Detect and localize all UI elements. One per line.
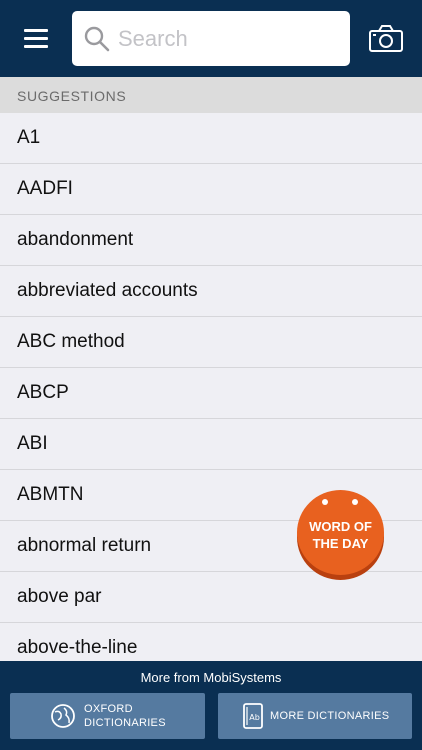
list-item[interactable]: above-the-line (0, 623, 422, 661)
word-of-the-day-label: WORD OF THE DAY (309, 519, 372, 551)
svg-text:Ab: Ab (249, 713, 260, 722)
menu-icon (24, 29, 48, 32)
search-input[interactable] (118, 21, 338, 57)
list-item[interactable]: abbreviated accounts (0, 266, 422, 317)
camera-icon (369, 25, 403, 52)
suggestions-header: SUGGESTIONS (0, 77, 422, 113)
camera-button[interactable] (366, 22, 406, 56)
oxford-dictionaries-button[interactable]: OXFORD DICTIONARIES (10, 693, 205, 739)
footer: More from MobiSystems OXFORD DICTIONARIE… (0, 661, 422, 750)
globe-icon (51, 704, 75, 728)
suggestions-header-label: SUGGESTIONS (17, 88, 127, 104)
top-bar (0, 0, 422, 77)
more-dictionaries-button[interactable]: Ab MORE DICTIONARIES (218, 693, 412, 739)
list-item[interactable]: ABCP (0, 368, 422, 419)
calendar-ring-icon (322, 499, 328, 505)
word-of-the-day-button[interactable]: WORD OF THE DAY (297, 490, 384, 580)
dictionary-icon: Ab (243, 703, 263, 729)
search-box[interactable] (72, 11, 350, 66)
list-item[interactable]: AADFI (0, 164, 422, 215)
list-item[interactable]: ABC method (0, 317, 422, 368)
list-item[interactable]: A1 (0, 113, 422, 164)
footer-title: More from MobiSystems (140, 670, 282, 685)
list-item[interactable]: ABI (0, 419, 422, 470)
list-item[interactable]: abandonment (0, 215, 422, 266)
search-icon (84, 26, 110, 52)
menu-button[interactable] (14, 20, 58, 56)
